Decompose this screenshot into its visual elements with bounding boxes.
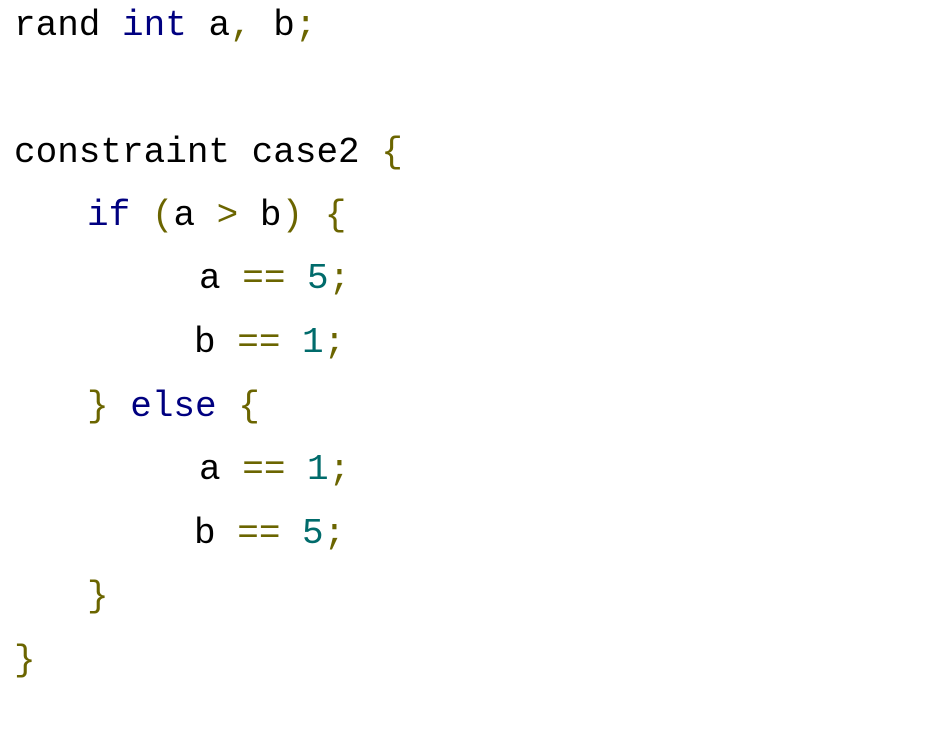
code-token-punctuation: ; xyxy=(323,513,346,554)
code-token-identifier: constraint case2 xyxy=(14,132,382,173)
code-token-punctuation: } xyxy=(14,640,36,681)
code-line-if-b: b == 1; xyxy=(194,323,345,363)
code-token-punctuation: } xyxy=(87,576,109,617)
code-token-identifier: b xyxy=(194,513,238,554)
code-line-else-a: a == 1; xyxy=(199,450,350,490)
code-line-declaration: rand int a, b; xyxy=(14,6,317,46)
code-token-punctuation: ) xyxy=(281,195,304,236)
code-token-punctuation: ; xyxy=(294,5,317,46)
code-line-constraint-header: constraint case2 { xyxy=(14,133,403,173)
code-line-constraint-close: } xyxy=(14,641,36,681)
code-token-identifier: a xyxy=(199,449,243,490)
code-token-identifier: b xyxy=(251,5,295,46)
code-token-keyword: else xyxy=(108,386,217,427)
code-token-number-literal: 1 xyxy=(280,322,324,363)
code-token-punctuation: ; xyxy=(328,258,351,299)
code-token-number-literal: 5 xyxy=(285,258,329,299)
code-token-identifier: rand xyxy=(14,5,123,46)
code-line-if: if (a > b) { xyxy=(87,196,346,236)
code-token-identifier: a xyxy=(199,258,243,299)
code-token-punctuation: { xyxy=(381,132,403,173)
code-token-identifier: b xyxy=(194,322,238,363)
code-token-punctuation: ( xyxy=(130,195,174,236)
code-token-keyword: int xyxy=(122,5,187,46)
code-token-punctuation: ; xyxy=(328,449,351,490)
code-token-number-literal: 1 xyxy=(285,449,329,490)
code-token-punctuation: , xyxy=(230,5,252,46)
code-line-else-b: b == 5; xyxy=(194,514,345,554)
code-line-if-close: } xyxy=(87,577,109,617)
code-line-if-a: a == 5; xyxy=(199,259,350,299)
code-token-punctuation: == xyxy=(237,322,281,363)
code-token-punctuation: == xyxy=(242,258,286,299)
code-token-punctuation: == xyxy=(242,449,286,490)
code-token-punctuation: ; xyxy=(323,322,346,363)
code-token-identifier: b xyxy=(238,195,282,236)
code-line-else: } else { xyxy=(87,387,260,427)
code-token-punctuation: > xyxy=(216,195,239,236)
code-token-keyword: if xyxy=(87,195,131,236)
code-token-punctuation: } xyxy=(87,386,109,427)
code-token-punctuation: == xyxy=(237,513,281,554)
code-token-punctuation: { xyxy=(303,195,347,236)
code-token-identifier: a xyxy=(186,5,231,46)
code-token-punctuation: { xyxy=(216,386,260,427)
code-token-identifier: a xyxy=(173,195,217,236)
code-token-number-literal: 5 xyxy=(280,513,324,554)
